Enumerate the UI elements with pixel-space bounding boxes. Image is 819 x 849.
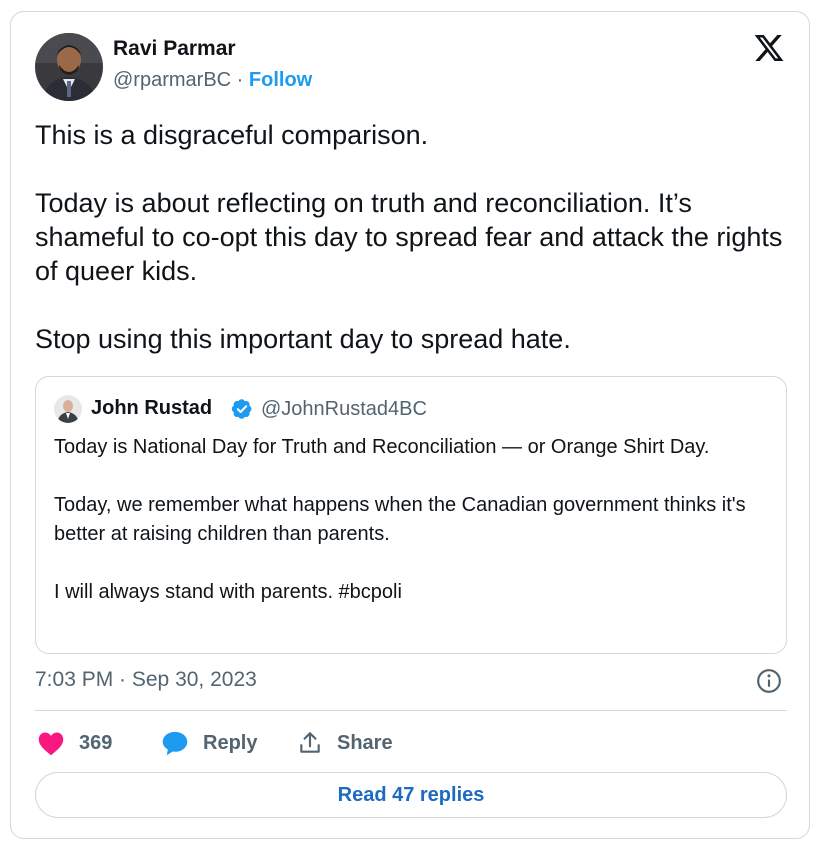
quoted-tweet-text: Today is National Day for Truth and Reco…	[54, 436, 746, 603]
tweet-timestamp[interactable]: 7:03 PM · Sep 30, 2023	[35, 668, 257, 692]
author-name[interactable]: Ravi Parmar	[113, 37, 236, 61]
like-count: 369	[79, 731, 113, 754]
share-label: Share	[337, 731, 393, 754]
reply-bubble-icon	[162, 731, 188, 756]
tweet-card: Ravi Parmar @rparmarBC · Follow This is …	[10, 11, 810, 839]
heart-icon	[38, 732, 64, 756]
verified-badge-icon	[231, 399, 252, 419]
quoted-avatar-image	[54, 395, 82, 423]
author-handle[interactable]: @rparmarBC	[113, 69, 231, 91]
quoted-tweet[interactable]: John Rustad @JohnRustad4BC Today is Nati…	[35, 376, 787, 654]
author-avatar[interactable]	[35, 33, 103, 101]
quoted-author-name[interactable]: John Rustad	[91, 397, 212, 420]
like-button[interactable]: 369	[37, 726, 112, 760]
info-icon[interactable]	[756, 668, 782, 694]
share-icon	[300, 732, 320, 753]
divider	[35, 710, 787, 711]
quoted-author-handle[interactable]: @JohnRustad4BC	[261, 398, 427, 421]
meta-separator: ·	[231, 69, 249, 91]
share-button[interactable]: Share	[297, 726, 393, 760]
author-meta: @rparmarBC · Follow	[113, 69, 312, 92]
read-replies-button[interactable]: Read 47 replies	[35, 772, 787, 818]
author-avatar-image	[35, 33, 103, 101]
quoted-author-avatar[interactable]	[54, 395, 82, 423]
x-logo-icon[interactable]	[752, 32, 786, 64]
reply-button[interactable]: Reply	[161, 726, 257, 760]
follow-button[interactable]: Follow	[249, 69, 312, 91]
reply-label: Reply	[203, 731, 258, 754]
tweet-text: This is a disgraceful comparison. Today …	[35, 120, 783, 354]
